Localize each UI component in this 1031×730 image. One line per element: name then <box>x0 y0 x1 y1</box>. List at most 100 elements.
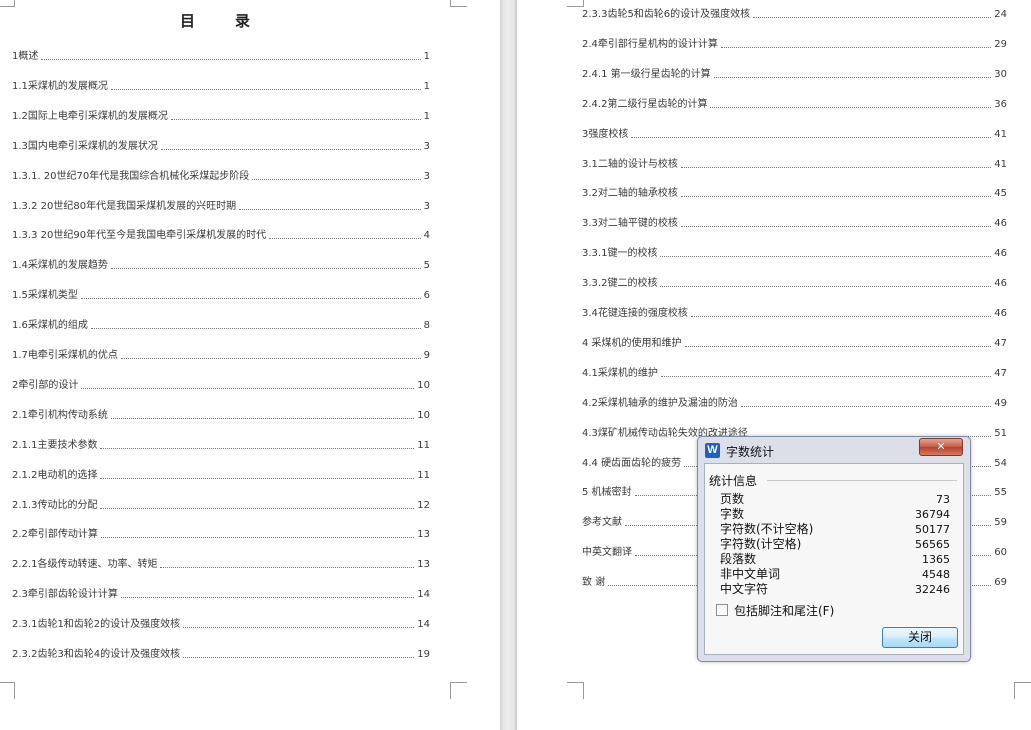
toc-entry-text: 致 谢 <box>582 577 606 589</box>
toc-entry-text: 2.3.3齿轮5和齿轮6的设计及强度效核 <box>582 9 751 20</box>
toc-entry-text: 3.3对二轴平键的校核 <box>582 218 678 230</box>
toc-entry[interactable]: 2.3.1齿轮1和齿轮2的设计及强度效核 14 <box>12 618 430 632</box>
toc-entry-text: 1.3.2 20世纪80年代是我国采煤机发展的兴旺时期 <box>12 200 237 212</box>
toc-entry[interactable]: 1.2国际上电牵引采煤机的发展概况 1 <box>12 110 430 124</box>
page-corner-mark <box>0 0 15 7</box>
toc-entry-text: 4 采煤机的使用和维护 <box>582 337 682 349</box>
include-footnotes-label[interactable]: 包括脚注和尾注(F) <box>734 602 834 619</box>
toc-page-number: 29 <box>994 38 1007 50</box>
toc-page-number: 46 <box>994 218 1007 230</box>
toc-entry-text: 3.4花键连接的强度校核 <box>582 308 688 319</box>
toc-leader-dots <box>252 178 421 180</box>
toc-entry-text: 5 机械密封 <box>582 487 632 499</box>
toc-entry[interactable]: 1概述 1 <box>12 50 430 64</box>
toc-entry-text: 2.3牵引部齿轮设计计算 <box>12 589 118 601</box>
toc-page-number: 12 <box>417 499 430 511</box>
toc-leader-dots <box>100 447 415 449</box>
toc-entry[interactable]: 1.3.1. 20世纪70年代是我国综合机械化采煤起步阶段 3 <box>12 170 430 184</box>
toc-page-number: 10 <box>417 409 430 421</box>
toc-leader-dots <box>690 315 992 317</box>
toc-leader-dots <box>41 58 421 60</box>
toc-entry[interactable]: 2.1.2电动机的选择 11 <box>12 469 430 483</box>
toc-entry-text: 1.6采煤机的组成 <box>12 320 88 332</box>
toc-leader-dots <box>110 267 421 270</box>
toc-leader-dots <box>239 208 421 210</box>
toc-entry[interactable]: 2.1.3传动比的分配 12 <box>12 499 430 513</box>
toc-page-number: 8 <box>423 320 430 332</box>
toc-leader-dots <box>753 16 992 18</box>
dialog-titlebar[interactable]: W 字数统计 ✕ <box>698 437 970 463</box>
stat-value: 56565 <box>915 538 950 551</box>
toc-leader-dots <box>684 345 992 347</box>
toc-entry-text: 参考文献 <box>582 517 622 529</box>
close-button[interactable]: 关闭 <box>882 627 958 648</box>
toc-entry[interactable]: 2.3.3齿轮5和齿轮6的设计及强度效核 24 <box>582 8 1007 22</box>
toc-page-number: 59 <box>994 517 1007 529</box>
toc-entry[interactable]: 2.2.1各级传动转速、功率、转矩 13 <box>12 558 430 572</box>
toc-entry[interactable]: 2.4.2第二级行星齿轮的计算 36 <box>582 98 1007 112</box>
toc-leader-dots <box>100 536 415 539</box>
toc-entry-text: 3.3.2键二的校核 <box>582 278 658 290</box>
toc-entry[interactable]: 3强度校核 41 <box>582 128 1007 142</box>
stat-label: 非中文单词 <box>720 567 781 581</box>
stat-row: 页数 73 <box>720 492 950 507</box>
toc-page-number: 13 <box>417 529 430 541</box>
close-icon[interactable]: ✕ <box>919 438 963 456</box>
stat-row: 非中文单词 4548 <box>720 567 950 582</box>
toc-entry[interactable]: 4.1采煤机的维护 47 <box>582 367 1007 381</box>
toc-leader-dots <box>90 327 421 330</box>
toc-entry[interactable]: 1.3.3 20世纪90年代至今是我国电牵引采煤机发展的时代 4 <box>12 229 430 243</box>
toc-entry[interactable]: 3.3.1键一的校核 46 <box>582 247 1007 261</box>
toc-entry[interactable]: 3.1二轴的设计与校核 41 <box>582 158 1007 172</box>
toc-leader-dots <box>631 136 992 138</box>
toc-entry-text: 2.3.1齿轮1和齿轮2的设计及强度效核 <box>12 619 181 631</box>
toc-leader-dots <box>680 195 992 198</box>
toc-entry-text: 1.2国际上电牵引采煤机的发展概况 <box>12 110 168 122</box>
toc-page-number: 36 <box>994 98 1007 110</box>
toc-page-number: 11 <box>417 469 430 481</box>
include-footnotes-checkbox[interactable] <box>716 604 728 616</box>
toc-leader-dots <box>81 387 415 389</box>
toc-entry-text: 中英文翻译 <box>582 547 632 559</box>
toc-entry[interactable]: 3.3对二轴平键的校核 46 <box>582 217 1007 231</box>
toc-entry[interactable]: 1.7电牵引采煤机的优点 9 <box>12 349 430 363</box>
toc-entry[interactable]: 2.3.2齿轮3和齿轮4的设计及强度效核 19 <box>12 648 430 662</box>
toc-entry[interactable]: 2.2牵引部传动计算 13 <box>12 528 430 542</box>
toc-entry-text: 3强度校核 <box>582 128 629 140</box>
toc-leader-dots <box>160 566 415 569</box>
toc-entry[interactable]: 1.5采煤机类型 6 <box>12 289 430 303</box>
toc-page-number: 5 <box>423 260 430 272</box>
toc-entry[interactable]: 4.2采煤机轴承的维护及漏油的防治 49 <box>582 397 1007 411</box>
toc-entry[interactable]: 1.1采煤机的发展概况 1 <box>12 80 430 94</box>
toc-entry[interactable]: 2.3牵引部齿轮设计计算 14 <box>12 588 430 602</box>
toc-page-number: 19 <box>417 649 430 660</box>
toc-entry[interactable]: 3.2对二轴的轴承校核 45 <box>582 187 1007 201</box>
toc-page-number: 46 <box>994 248 1007 260</box>
toc-entry[interactable]: 3.3.2键二的校核 46 <box>582 277 1007 291</box>
toc-leader-dots <box>120 596 415 599</box>
toc-entry[interactable]: 1.4采煤机的发展趋势 5 <box>12 259 430 273</box>
toc-entry[interactable]: 2.1牵引机构传动系统 10 <box>12 409 430 423</box>
page-corner-mark <box>567 0 584 7</box>
toc-entry[interactable]: 1.3国内电牵引采煤机的发展状况 3 <box>12 140 430 154</box>
toc-entry[interactable]: 3.4花键连接的强度校核 46 <box>582 307 1007 321</box>
toc-page-number: 1 <box>423 110 430 122</box>
toc-entry[interactable]: 1.6采煤机的组成 8 <box>12 319 430 333</box>
toc-entry-text: 1.4采煤机的发展趋势 <box>12 260 108 272</box>
toc-page-number: 13 <box>417 559 430 571</box>
toc-page-number: 3 <box>423 170 430 182</box>
toc-entry[interactable]: 2.4牵引部行星机构的设计计算 29 <box>582 38 1007 52</box>
toc-entry-text: 4.4 硬齿面齿轮的疲劳 <box>582 457 682 469</box>
toc-page-number: 24 <box>994 9 1007 20</box>
toc-entry[interactable]: 2.1.1主要技术参数 11 <box>12 439 430 453</box>
group-divider <box>767 480 957 481</box>
toc-entry[interactable]: 1.3.2 20世纪80年代是我国采煤机发展的兴旺时期 3 <box>12 200 430 214</box>
toc-entry[interactable]: 2牵引部的设计 10 <box>12 379 430 393</box>
toc-entry[interactable]: 4 采煤机的使用和维护 47 <box>582 337 1007 351</box>
stat-label: 字符数(不计空格) <box>720 522 814 536</box>
toc-page-number: 14 <box>417 589 430 601</box>
toc-title: 目录 <box>179 12 290 30</box>
toc-entry[interactable]: 2.4.1 第一级行星齿轮的计算 30 <box>582 68 1007 82</box>
toc-entry-text: 2.2.1各级传动转速、功率、转矩 <box>12 559 158 571</box>
stat-label: 字符数(计空格) <box>720 537 802 551</box>
